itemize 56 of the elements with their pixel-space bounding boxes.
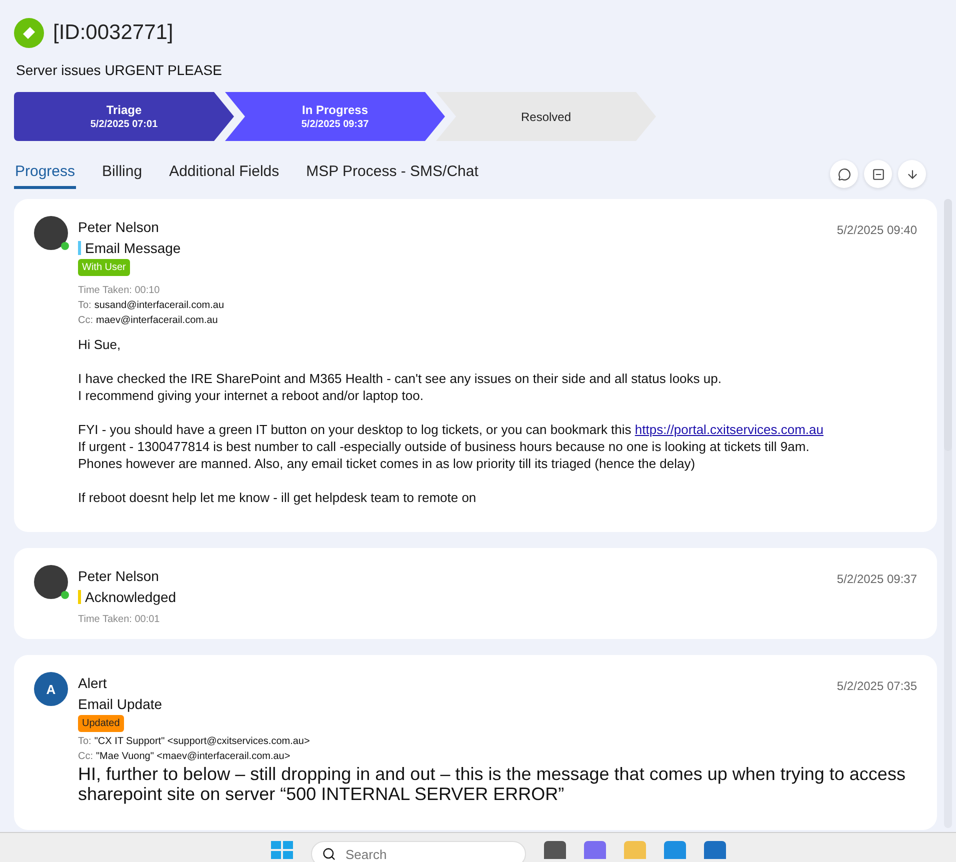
time-taken: Time Taken: 00:01 [78, 614, 160, 625]
windows-start-icon[interactable] [270, 841, 292, 859]
entry-type: Acknowledged [85, 589, 176, 605]
recipient-label: Cc: [78, 751, 93, 762]
stage-step: In Progress 5/2/2025 09:37 [225, 92, 445, 141]
status-tag: With User [78, 259, 130, 276]
minus-square-icon [872, 168, 884, 180]
message-line: If reboot doesnt help let me know - ill get helpdesk team to remote on [78, 489, 478, 506]
timestamp: 5/2/2025 09:37 [836, 572, 917, 586]
recipient-address: maev@interfacerail.com.au [96, 315, 218, 326]
app-icon[interactable] [544, 841, 566, 859]
entry-type: Email Message [85, 240, 181, 256]
time-taken: Time Taken: 00:10 [78, 285, 160, 296]
message-line: I have checked the IRE SharePoint and M365 Health - can't see any issues on their side and all status looks up. [78, 370, 722, 387]
message-line: HI, further to below – still dropping in and out – this is the message that comes up when trying to access sharepoint site on server “500 INTERNAL SERVER ERROR” [78, 764, 906, 804]
stage-step: Resolved [436, 92, 656, 141]
message-line: FYI - you should have a green IT button on your desktop to log tickets, or you can bookmark this https://portal.cxitservices.com.au [78, 421, 824, 438]
tab[interactable]: Billing [101, 159, 144, 189]
stage-step: Triage 5/2/2025 07:01 [14, 92, 234, 141]
tab[interactable]: MSP Process - SMS/Chat [305, 159, 480, 189]
app-icon[interactable] [664, 841, 686, 859]
author-name: Peter Nelson [78, 219, 159, 235]
message-line: I recommend giving your internet a reboot and/or laptop too. [78, 387, 424, 404]
recipient-address: "CX IT Support" <support@cxitservices.com.au> [94, 736, 310, 747]
arrow-down-icon [906, 168, 918, 180]
timestamp: 5/2/2025 09:40 [836, 223, 917, 237]
recipient-label: To: [78, 300, 92, 311]
recipient-label: Cc: [78, 315, 93, 326]
ticket-id: [ID:0032771] [53, 21, 174, 45]
comment-button[interactable] [830, 160, 858, 188]
timestamp: 5/2/2025 07:35 [836, 679, 917, 693]
recipient-address: "Mae Vuong" <maev@interfacerail.com.au> [96, 751, 290, 762]
ticket-icon [14, 18, 44, 48]
author-name: Peter Nelson [78, 568, 159, 584]
ticket-subject: Server issues URGENT PLEASE [16, 62, 223, 78]
search-input[interactable]: Search [344, 846, 498, 862]
portal-link[interactable]: https://portal.cxitservices.com.au [634, 422, 824, 437]
author-name: Alert [78, 675, 107, 691]
photo-placeholder [34, 216, 68, 250]
recipient-address: susand@interfacerail.com.au [94, 300, 224, 311]
message-line: Hi Sue, [78, 336, 122, 353]
message-line: Phones however are manned. Also, any email ticket comes in as low priority till its triaged (hence the delay) [78, 455, 696, 472]
search-icon [322, 847, 336, 861]
message-line: If urgent - 1300477814 is best number to call -especially outside of business hours because no one is looking at tickets till 9am. [78, 438, 810, 455]
recipient-label: To: [78, 736, 92, 747]
app-icon[interactable] [584, 841, 606, 859]
speech-bubble-icon [838, 168, 850, 180]
status-tag: Updated [78, 715, 124, 732]
collapse-button[interactable] [864, 160, 892, 188]
search-field[interactable]: Search [310, 841, 526, 862]
photo-placeholder [34, 565, 68, 599]
download-button[interactable] [898, 160, 926, 188]
entry-type: Email Update [78, 696, 162, 712]
tab[interactable]: Additional Fields [168, 159, 280, 189]
avatar: A [34, 672, 68, 706]
tab[interactable]: Progress [14, 159, 76, 189]
